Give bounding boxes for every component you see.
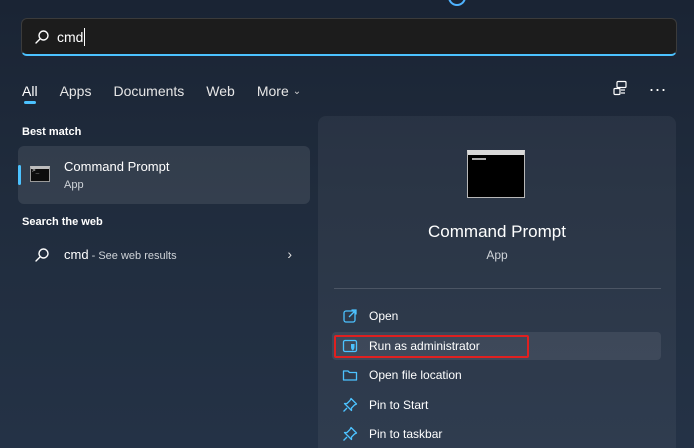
web-suffix: - See web results [88, 250, 177, 262]
action-open-file-location[interactable]: Open file location [332, 361, 661, 389]
search-icon [35, 248, 49, 262]
action-pin-to-taskbar[interactable]: Pin to taskbar [332, 420, 661, 448]
preview-subtitle: App [486, 248, 508, 262]
action-pin-to-start[interactable]: Pin to Start [332, 391, 661, 419]
tab-label: Documents [113, 83, 185, 99]
action-label: Pin to Start [369, 398, 429, 412]
best-match-result[interactable]: Command Prompt App [18, 146, 310, 204]
tab-apps[interactable]: Apps [60, 78, 92, 104]
tab-label: Web [206, 83, 235, 99]
command-prompt-icon [30, 166, 50, 182]
tab-more[interactable]: More ⌄ [257, 78, 301, 104]
text-caret [84, 27, 86, 46]
action-label: Open [369, 309, 399, 323]
command-prompt-large-icon [467, 150, 525, 198]
tab-documents[interactable]: Documents [113, 78, 184, 104]
search-icon [35, 29, 49, 44]
web-result-text: cmd - See web results [64, 247, 177, 262]
action-open[interactable]: Open [332, 302, 661, 330]
chevron-right-icon[interactable]: › [287, 246, 292, 262]
web-search-result[interactable]: cmd - See web results › [18, 238, 310, 272]
selection-indicator [18, 165, 21, 185]
divider [334, 288, 661, 289]
best-match-heading: Best match [22, 126, 82, 138]
result-subtitle: App [64, 179, 84, 191]
search-input[interactable]: cmd [57, 27, 86, 46]
cortana-indicator [448, 0, 466, 6]
folder-icon [342, 370, 358, 381]
tab-all[interactable]: All [22, 78, 38, 104]
tab-tools: ... [592, 76, 668, 98]
action-label: Open file location [369, 368, 462, 382]
search-web-heading: Search the web [22, 216, 103, 228]
search-box[interactable]: cmd [21, 18, 677, 56]
connected-devices-icon[interactable] [610, 78, 630, 98]
result-title: Command Prompt [64, 159, 170, 174]
chevron-down-icon: ⌄ [292, 85, 302, 97]
filter-tabs: All Apps Documents Web More ⌄ [22, 78, 323, 104]
web-query: cmd [64, 247, 89, 262]
ellipsis-icon[interactable]: ... [648, 76, 668, 98]
open-external-icon [343, 309, 357, 323]
tab-label: All [22, 83, 38, 99]
search-input-value: cmd [57, 28, 84, 45]
pin-icon [343, 397, 358, 412]
pin-icon [343, 426, 358, 441]
tab-label: Apps [59, 83, 92, 99]
tab-web[interactable]: Web [206, 78, 235, 104]
preview-title: Command Prompt [428, 222, 566, 241]
action-label: Pin to taskbar [369, 427, 443, 441]
tab-label: More [256, 83, 289, 99]
preview-panel: Command Prompt App Open Run as administr… [318, 116, 676, 448]
annotation-highlight-box [334, 335, 529, 358]
